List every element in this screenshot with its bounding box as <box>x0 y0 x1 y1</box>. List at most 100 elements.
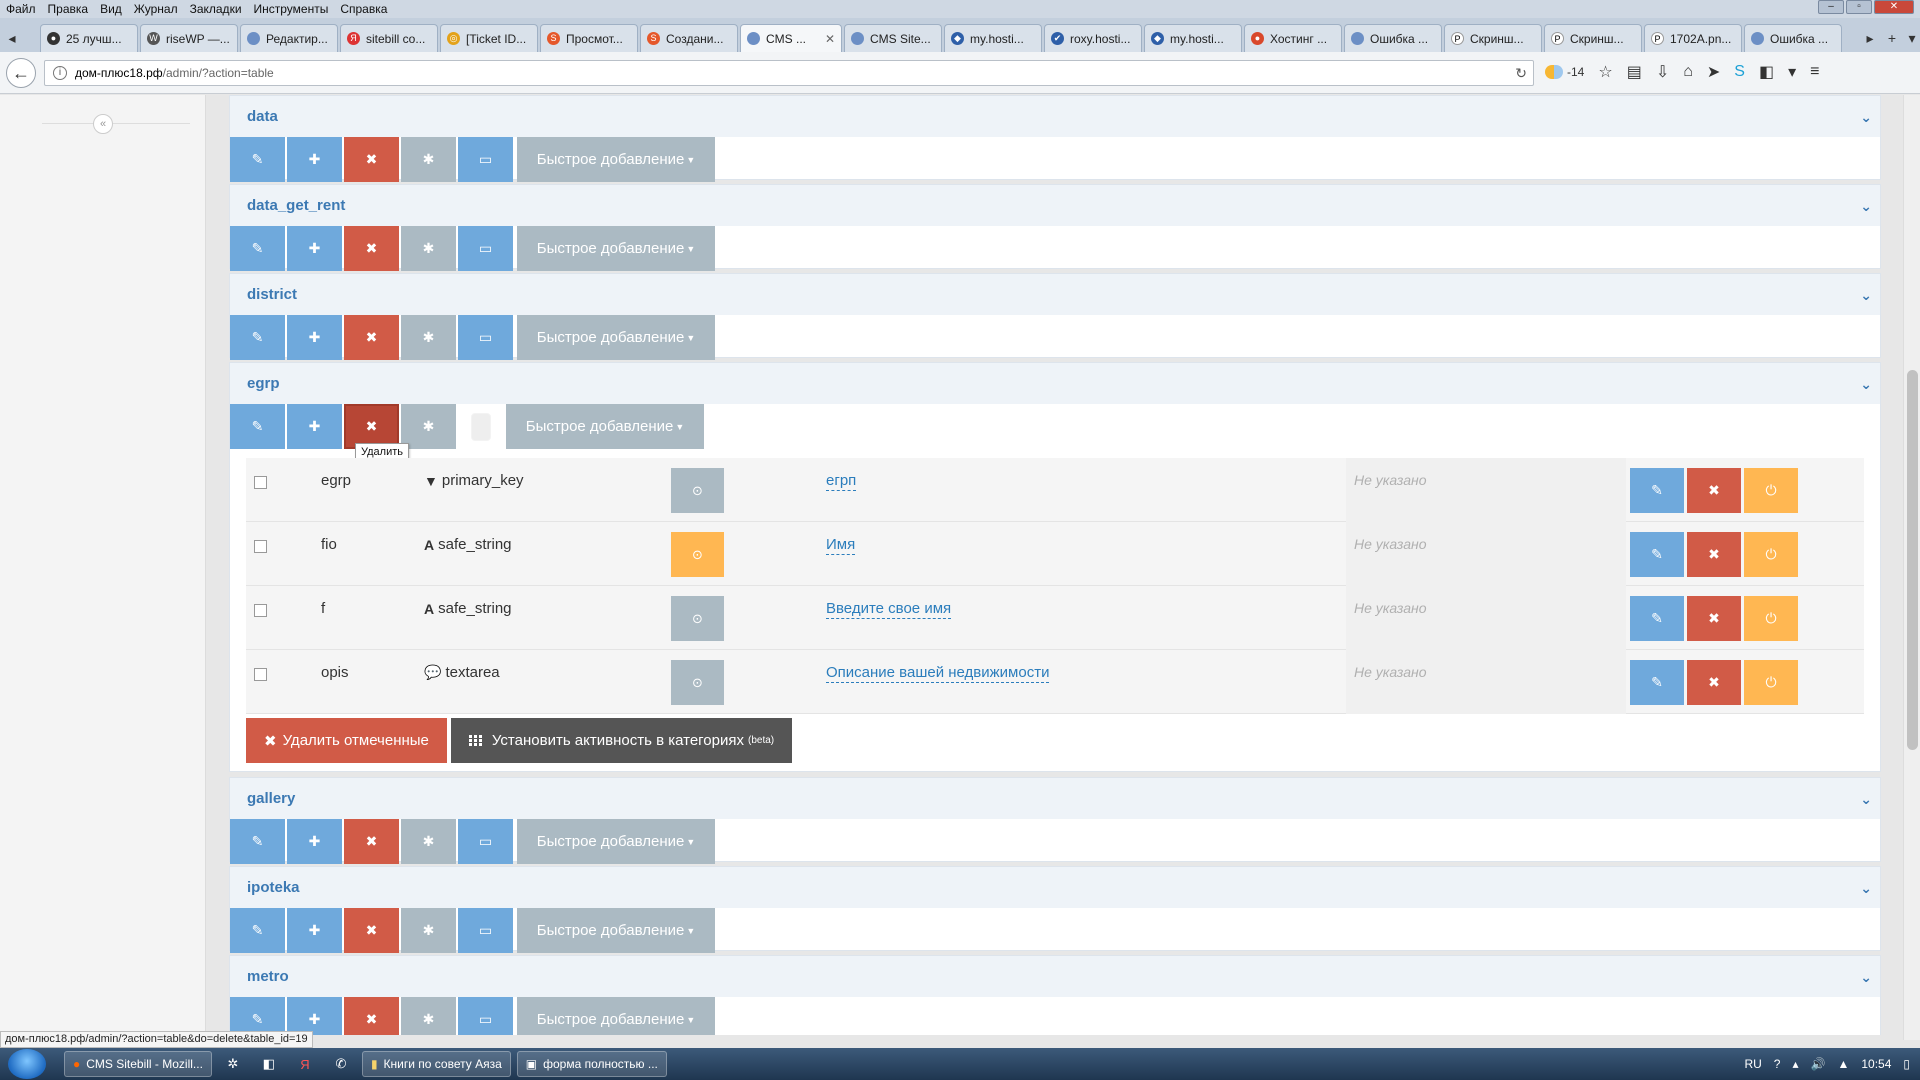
panel-header[interactable]: data_get_rent ⌄ <box>230 185 1880 226</box>
quick-add-dropdown[interactable]: Быстрое добавление ▼ <box>517 315 715 360</box>
edit-table-button[interactable]: ✎ <box>230 404 285 449</box>
delete-table-button[interactable]: ✖ <box>344 819 399 864</box>
show-desktop-button[interactable]: ▯ <box>1903 1057 1910 1071</box>
asterisk-button[interactable]: ✱ <box>401 908 456 953</box>
delete-table-button[interactable]: ✖ <box>344 908 399 953</box>
page-scrollbar[interactable] <box>1903 95 1920 1040</box>
send-icon[interactable]: ➤ <box>1707 62 1720 82</box>
menu-bookmarks[interactable]: Закладки <box>190 2 242 16</box>
taskbar-app-icon[interactable]: ✲ <box>218 1051 248 1077</box>
edit-table-button[interactable]: ✎ <box>230 137 285 182</box>
tab[interactable]: S Просмот... <box>540 24 638 52</box>
delete-selected-button[interactable]: ✖ Удалить отмеченные <box>246 718 447 763</box>
skype-icon[interactable]: S <box>1734 63 1745 81</box>
menu-view[interactable]: Вид <box>100 2 122 16</box>
panel-header[interactable]: egrp ⌄ <box>230 363 1880 404</box>
chevron-down-icon[interactable]: ⌄ <box>1860 880 1872 897</box>
tab[interactable]: P Скринш... <box>1544 24 1642 52</box>
quick-add-dropdown[interactable]: Быстрое добавление ▼ <box>517 908 715 953</box>
form-view-button[interactable]: ▭ <box>458 819 513 864</box>
taskbar-app-icon[interactable]: ◧ <box>254 1051 284 1077</box>
asterisk-button[interactable]: ✱ <box>401 819 456 864</box>
row-checkbox[interactable] <box>254 540 267 553</box>
add-column-button[interactable]: ✚ <box>287 226 342 271</box>
quick-add-dropdown[interactable]: Быстрое добавление ▼ <box>517 997 715 1035</box>
hamburger-menu-icon[interactable]: ≡ <box>1810 63 1819 81</box>
toggle-active-button[interactable]: ⏻ <box>1744 532 1798 577</box>
panel-header[interactable]: metro ⌄ <box>230 956 1880 997</box>
bookmark-star-icon[interactable]: ☆ <box>1598 62 1612 82</box>
quick-add-dropdown[interactable]: Быстрое добавление ▼ <box>517 137 715 182</box>
edit-table-button[interactable]: ✎ <box>230 908 285 953</box>
tab[interactable]: Ошибка ... <box>1344 24 1442 52</box>
clock[interactable]: 10:54 <box>1861 1057 1891 1071</box>
menu-help[interactable]: Справка <box>340 2 387 16</box>
field-hint-cell[interactable]: Не указано <box>1346 458 1626 522</box>
tab[interactable]: Редактир... <box>240 24 338 52</box>
back-button[interactable]: ← <box>6 57 36 88</box>
weather-widget[interactable]: -14 <box>1545 65 1584 79</box>
menu-file[interactable]: Файл <box>6 2 36 16</box>
asterisk-button[interactable]: ✱ <box>401 137 456 182</box>
form-view-button[interactable]: ▭ <box>458 315 513 360</box>
asterisk-button[interactable]: ✱ <box>401 226 456 271</box>
delete-field-button[interactable]: ✖ <box>1687 596 1741 641</box>
taskbar-folder[interactable]: ▮ Книги по совету Аяза <box>361 1051 511 1077</box>
asterisk-button[interactable]: ✱ <box>401 315 456 360</box>
delete-field-button[interactable]: ✖ <box>1687 468 1741 513</box>
add-column-button[interactable]: ✚ <box>287 908 342 953</box>
add-column-button[interactable]: ✚ <box>287 404 342 449</box>
toggle-active-button[interactable]: ⏻ <box>1744 468 1798 513</box>
scrollbar-thumb[interactable] <box>1907 370 1918 750</box>
info-icon[interactable]: i <box>53 66 67 80</box>
chevron-down-icon[interactable]: ⌄ <box>1860 198 1872 215</box>
tab[interactable]: Ошибка ... <box>1744 24 1842 52</box>
maximize-button[interactable]: ▫ <box>1846 0 1872 14</box>
chevron-down-icon[interactable]: ⌄ <box>1860 287 1872 304</box>
toggle-active-button[interactable]: ⏻ <box>1744 596 1798 641</box>
tab[interactable]: ◆ my.hosti... <box>944 24 1042 52</box>
toggle-required-button[interactable]: ⊙ <box>671 532 724 577</box>
edit-field-button[interactable]: ✎ <box>1630 596 1684 641</box>
language-indicator[interactable]: RU <box>1744 1057 1761 1071</box>
close-tab-icon[interactable]: ✕ <box>825 32 835 46</box>
field-title-link[interactable]: Описание вашей недвижимости <box>826 664 1050 683</box>
tab[interactable]: S Создани... <box>640 24 738 52</box>
add-column-button[interactable]: ✚ <box>287 819 342 864</box>
help-icon[interactable]: ? <box>1774 1057 1781 1071</box>
field-hint-cell[interactable]: Не указано <box>1346 522 1626 586</box>
field-title-link[interactable]: егрп <box>826 472 857 491</box>
toggle-active-button[interactable]: ⏻ <box>1744 660 1798 705</box>
reading-list-icon[interactable]: ▤ <box>1627 62 1642 82</box>
chevron-down-icon[interactable]: ⌄ <box>1860 969 1872 986</box>
minimize-button[interactable]: – <box>1818 0 1844 14</box>
row-checkbox[interactable] <box>254 476 267 489</box>
edit-table-button[interactable]: ✎ <box>230 997 285 1035</box>
close-window-button[interactable]: ✕ <box>1874 0 1914 14</box>
tab-list-icon[interactable]: ▾ <box>1900 24 1920 52</box>
tab[interactable]: ● 25 лучш... <box>40 24 138 52</box>
set-activity-button[interactable]: Установить активность в категориях (beta) <box>450 718 793 763</box>
delete-table-button[interactable]: ✖ <box>344 226 399 271</box>
yandex-icon[interactable]: Я <box>290 1051 320 1077</box>
volume-icon[interactable]: 🔊 <box>1811 1057 1826 1071</box>
tab[interactable]: ✔ roxy.hosti... <box>1044 24 1142 52</box>
asterisk-button[interactable]: ✱ <box>401 404 456 449</box>
delete-table-button[interactable]: ✖ <box>344 997 399 1035</box>
start-button[interactable] <box>8 1049 46 1079</box>
panel-header[interactable]: ipoteka ⌄ <box>230 867 1880 908</box>
delete-field-button[interactable]: ✖ <box>1687 660 1741 705</box>
menu-history[interactable]: Журнал <box>134 2 178 16</box>
tab-scroll-left-icon[interactable]: ◂ <box>0 24 24 52</box>
field-title-link[interactable]: Введите свое имя <box>826 600 952 619</box>
url-bar[interactable]: i дом-плюс18.рф/admin/?action=table ↻ <box>44 60 1534 86</box>
asterisk-button[interactable]: ✱ <box>401 997 456 1035</box>
panel-header[interactable]: district ⌄ <box>230 274 1880 315</box>
form-view-button[interactable]: ▭ <box>458 137 513 182</box>
tab[interactable]: Яsitebill co... <box>340 24 438 52</box>
panel-header[interactable]: data ⌄ <box>230 96 1880 137</box>
dropdown-icon[interactable]: ▾ <box>1788 62 1796 82</box>
quick-add-dropdown[interactable]: Быстрое добавление ▼ <box>517 819 715 864</box>
taskbar-window[interactable]: ▣ форма полностью ... <box>516 1051 667 1077</box>
sidebar-collapse-icon[interactable]: « <box>93 114 113 134</box>
